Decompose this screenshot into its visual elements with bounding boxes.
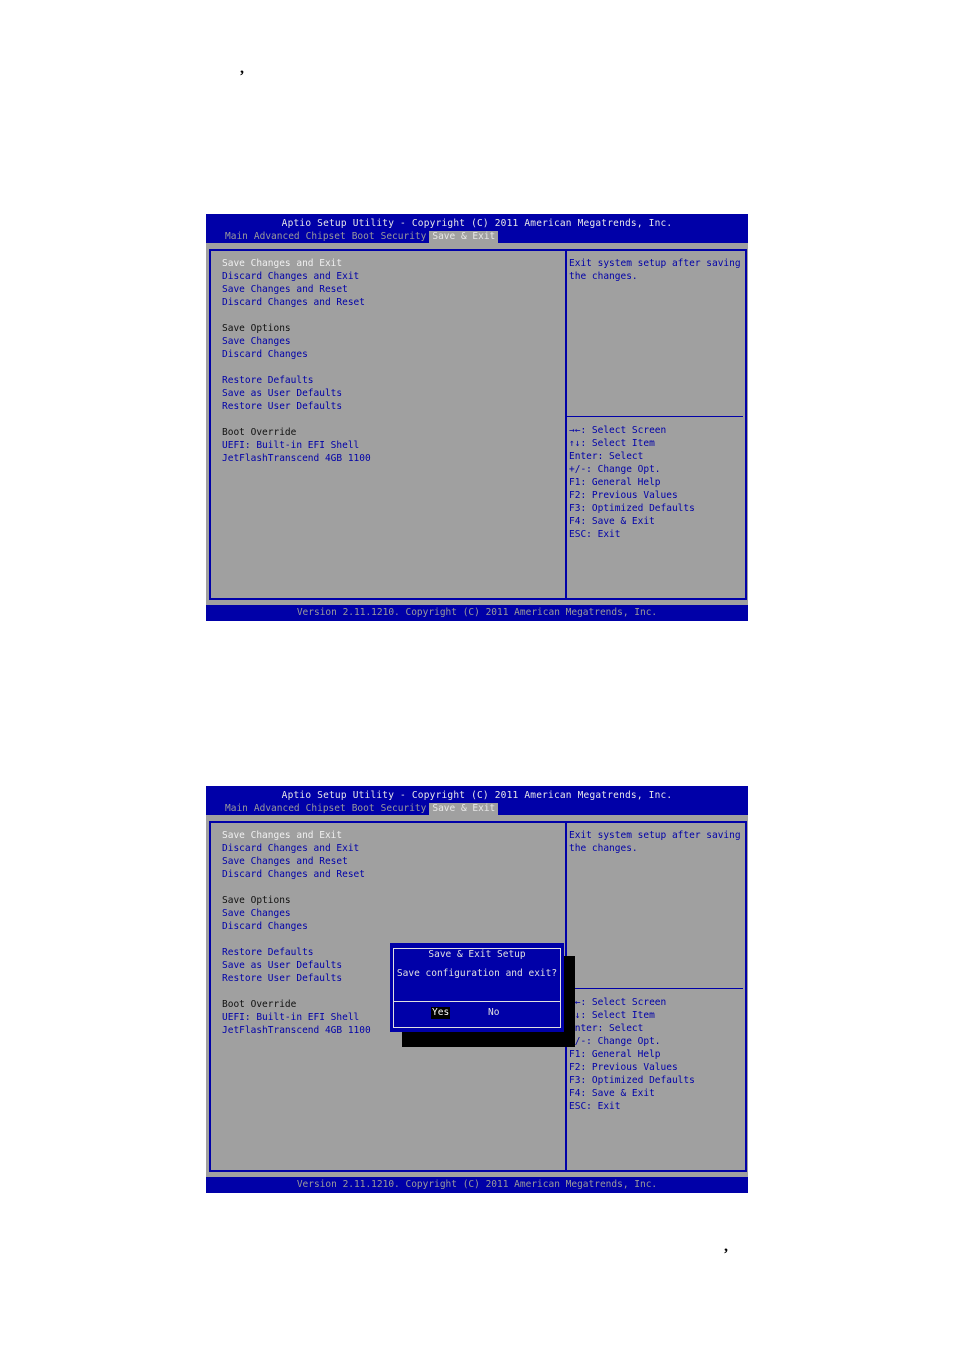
tab-security[interactable]: Security xyxy=(378,231,430,243)
menu-item-uefi-shell[interactable]: UEFI: Built-in EFI Shell xyxy=(222,1011,371,1024)
menu-item-restore-defaults[interactable]: Restore Defaults xyxy=(222,946,371,959)
footer-bar: Version 2.11.1210. Copyright (C) 2011 Am… xyxy=(206,1177,748,1193)
key-f3: F3: Optimized Defaults xyxy=(569,1075,695,1086)
key-f3: F3: Optimized Defaults xyxy=(569,503,695,514)
tab-main[interactable]: Main xyxy=(222,231,251,243)
bios-screen-main: Aptio Setup Utility - Copyright (C) 2011… xyxy=(206,214,748,621)
key-f4: F4: Save & Exit xyxy=(569,1088,655,1099)
menu-spacer xyxy=(222,933,371,946)
title-bar: Aptio Setup Utility - Copyright (C) 2011… xyxy=(206,214,748,243)
dialog-title: Save & Exit Setup xyxy=(423,949,531,960)
title-bar: Aptio Setup Utility - Copyright (C) 2011… xyxy=(206,786,748,815)
section-header-boot-override: Boot Override xyxy=(222,999,297,1010)
key-esc: ESC: Exit xyxy=(569,529,621,540)
help-text: Exit system setup after saving the chang… xyxy=(569,830,741,854)
menu-spacer xyxy=(222,985,371,998)
help-text: Exit system setup after saving the chang… xyxy=(569,258,741,282)
tab-advanced[interactable]: Advanced xyxy=(251,803,303,815)
bios-title: Aptio Setup Utility - Copyright (C) 2011… xyxy=(281,218,673,229)
menu-spacer xyxy=(222,361,371,374)
menu-item-save-user-defaults[interactable]: Save as User Defaults xyxy=(222,387,371,400)
key-legend: →←: Select Screen ↑↓: Select Item Enter:… xyxy=(569,996,695,1113)
footer-bar: Version 2.11.1210. Copyright (C) 2011 Am… xyxy=(206,605,748,621)
footer-version: Version 2.11.1210. Copyright (C) 2011 Am… xyxy=(296,1179,658,1190)
menu-item-restore-user-defaults[interactable]: Restore User Defaults xyxy=(222,972,371,985)
save-exit-dialog: Save & Exit Setup Save configuration and… xyxy=(390,943,564,1032)
menu-spacer xyxy=(222,881,371,894)
key-f1: F1: General Help xyxy=(569,477,661,488)
help-divider xyxy=(567,988,743,989)
menu-item-restore-defaults[interactable]: Restore Defaults xyxy=(222,374,371,387)
tab-chipset[interactable]: Chipset xyxy=(303,231,349,243)
tab-save-exit[interactable]: Save & Exit xyxy=(429,231,499,243)
key-change-opt: +/-: Change Opt. xyxy=(569,464,661,475)
tab-boot[interactable]: Boot xyxy=(349,803,378,815)
menu-item-discard-changes[interactable]: Discard Changes xyxy=(222,348,371,361)
menu-item-save-changes[interactable]: Save Changes xyxy=(222,335,371,348)
menu-item-save-changes-and-exit[interactable]: Save Changes and Exit xyxy=(222,257,371,270)
section-header-save-options: Save Options xyxy=(222,323,291,334)
key-f2: F2: Previous Values xyxy=(569,1062,678,1073)
section-header-boot-override: Boot Override xyxy=(222,427,297,438)
menu-item-discard-changes-and-reset[interactable]: Discard Changes and Reset xyxy=(222,868,371,881)
tab-boot[interactable]: Boot xyxy=(349,231,378,243)
key-legend: →←: Select Screen ↑↓: Select Item Enter:… xyxy=(569,424,695,541)
menu-item-discard-changes-and-reset[interactable]: Discard Changes and Reset xyxy=(222,296,371,309)
tab-chipset[interactable]: Chipset xyxy=(303,803,349,815)
key-enter: Enter: Select xyxy=(569,451,644,462)
key-enter: Enter: Select xyxy=(569,1023,644,1034)
key-change-opt: +/-: Change Opt. xyxy=(569,1036,661,1047)
bios-title: Aptio Setup Utility - Copyright (C) 2011… xyxy=(281,790,673,801)
key-esc: ESC: Exit xyxy=(569,1101,621,1112)
section-header-save-options: Save Options xyxy=(222,895,291,906)
menu-item-jetflash[interactable]: JetFlashTranscend 4GB 1100 xyxy=(222,1024,371,1037)
bios-screen-dialog: Aptio Setup Utility - Copyright (C) 2011… xyxy=(206,786,748,1193)
key-f1: F1: General Help xyxy=(569,1049,661,1060)
tab-advanced[interactable]: Advanced xyxy=(251,231,303,243)
tab-bar: Main Advanced Chipset Boot Security Save… xyxy=(222,803,499,815)
menu-list: Save Changes and Exit Discard Changes an… xyxy=(222,257,371,465)
menu-item-jetflash[interactable]: JetFlashTranscend 4GB 1100 xyxy=(222,452,371,465)
menu-spacer xyxy=(222,413,371,426)
no-button[interactable]: No xyxy=(487,1007,500,1019)
dialog-separator xyxy=(394,1001,560,1002)
key-f4: F4: Save & Exit xyxy=(569,516,655,527)
menu-spacer xyxy=(222,309,371,322)
menu-item-restore-user-defaults[interactable]: Restore User Defaults xyxy=(222,400,371,413)
dialog-message: Save configuration and exit? xyxy=(396,968,558,979)
tab-security[interactable]: Security xyxy=(378,803,430,815)
key-select-item: ↑↓: Select Item xyxy=(569,438,655,449)
menu-item-save-changes-and-reset[interactable]: Save Changes and Reset xyxy=(222,283,371,296)
menu-item-save-user-defaults[interactable]: Save as User Defaults xyxy=(222,959,371,972)
key-f2: F2: Previous Values xyxy=(569,490,678,501)
key-select-screen: →←: Select Screen xyxy=(569,425,667,436)
menu-item-discard-changes-and-exit[interactable]: Discard Changes and Exit xyxy=(222,270,371,283)
tab-save-exit[interactable]: Save & Exit xyxy=(429,803,499,815)
page-comma-bottom: , xyxy=(724,1238,728,1255)
menu-item-save-changes-and-reset[interactable]: Save Changes and Reset xyxy=(222,855,371,868)
yes-button[interactable]: Yes xyxy=(431,1007,451,1019)
dialog-title-wrap: Save & Exit Setup xyxy=(394,942,560,961)
menu-list: Save Changes and Exit Discard Changes an… xyxy=(222,829,371,1037)
menu-item-save-changes[interactable]: Save Changes xyxy=(222,907,371,920)
menu-item-save-changes-and-exit[interactable]: Save Changes and Exit xyxy=(222,829,371,842)
page-comma-top: , xyxy=(240,60,244,77)
key-select-item: ↑↓: Select Item xyxy=(569,1010,655,1021)
menu-item-discard-changes[interactable]: Discard Changes xyxy=(222,920,371,933)
menu-item-uefi-shell[interactable]: UEFI: Built-in EFI Shell xyxy=(222,439,371,452)
help-divider xyxy=(567,416,743,417)
footer-version: Version 2.11.1210. Copyright (C) 2011 Am… xyxy=(296,607,658,618)
dialog-frame: Save & Exit Setup Save configuration and… xyxy=(393,948,561,1028)
menu-item-discard-changes-and-exit[interactable]: Discard Changes and Exit xyxy=(222,842,371,855)
tab-main[interactable]: Main xyxy=(222,803,251,815)
key-select-screen: →←: Select Screen xyxy=(569,997,667,1008)
tab-bar: Main Advanced Chipset Boot Security Save… xyxy=(222,231,499,243)
